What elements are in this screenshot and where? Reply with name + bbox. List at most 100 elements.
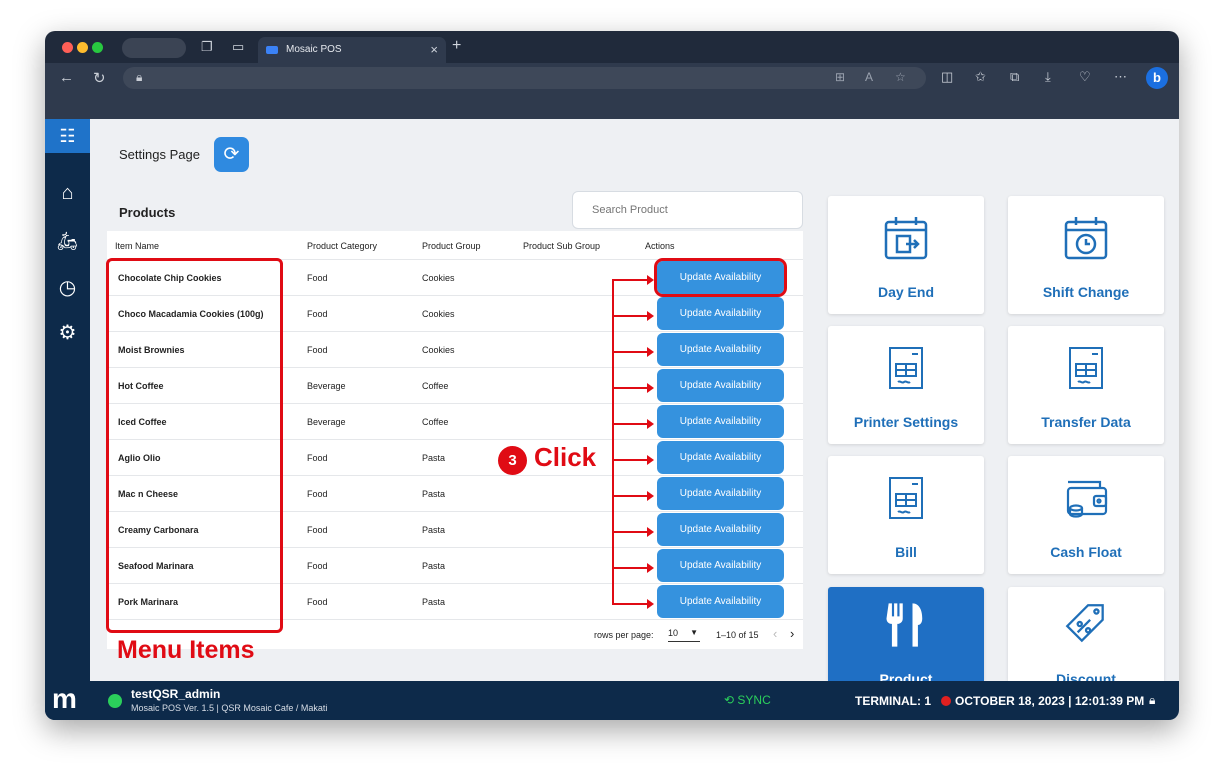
new-tab-icon[interactable]: +	[452, 37, 461, 55]
card-shift-change[interactable]: Shift Change	[1008, 196, 1164, 314]
terminal-label: TERMINAL: 1	[855, 694, 931, 708]
status-dot	[941, 696, 951, 706]
search-product-input[interactable]	[572, 191, 803, 229]
update-availability-button[interactable]: Update Availability	[657, 477, 784, 510]
update-availability-button[interactable]: Update Availability	[657, 441, 784, 474]
item-category: Food	[307, 525, 328, 535]
item-group: Cookies	[422, 345, 455, 355]
card-discount[interactable]: Discount	[1008, 587, 1164, 681]
card-product[interactable]: Product	[828, 587, 984, 681]
update-availability-button[interactable]: Update Availability	[654, 258, 787, 297]
item-group: Pasta	[422, 597, 446, 607]
update-availability-button[interactable]: Update Availability	[657, 369, 784, 402]
annotation-arrow	[612, 419, 654, 429]
tab-actions-icon[interactable]: ▭	[232, 40, 244, 54]
browser-window: ❐ ▭ Mosaic POS × + ← ↻ 🔒︎ ⊞ A ☆ ◫ ✩ ⧉ ⤓ …	[45, 31, 1179, 720]
update-availability-button[interactable]: Update Availability	[657, 549, 784, 582]
card-printer-settings[interactable]: Printer Settings	[828, 326, 984, 444]
pos-app: ☷ ⌂ 🛵︎ ◷ ⚙ Settings Page ⟳ Products Item…	[45, 119, 1179, 720]
refresh-button[interactable]: ⟳	[214, 137, 249, 172]
card-cash-float[interactable]: Cash Float	[1008, 456, 1164, 574]
card-label: Printer Settings	[853, 414, 959, 430]
update-availability-button[interactable]: Update Availability	[657, 297, 784, 330]
card-transfer-data[interactable]: Transfer Data	[1008, 326, 1164, 444]
tab-close-icon[interactable]: ×	[430, 42, 438, 57]
mosaic-logo: m	[52, 683, 77, 714]
status-bar: m testQSR_admin Mosaic POS Ver. 1.5 | QS…	[45, 681, 1179, 720]
close-window-icon[interactable]	[62, 42, 73, 53]
split-screen-icon[interactable]: ◫	[941, 69, 953, 85]
col-product-group: Product Group	[422, 241, 481, 251]
item-group: Pasta	[422, 525, 446, 535]
health-icon[interactable]: ♡	[1079, 69, 1091, 85]
page-title: Settings Page	[119, 147, 200, 162]
update-availability-button[interactable]: Update Availability	[657, 333, 784, 366]
collections-icon[interactable]: ⧉	[1010, 69, 1019, 85]
update-availability-button[interactable]: Update Availability	[657, 513, 784, 546]
datetime: OCTOBER 18, 2023 | 12:01:39 PM	[955, 694, 1145, 708]
reload-icon[interactable]: ↻	[93, 69, 106, 87]
prev-page-icon[interactable]: ‹	[773, 626, 777, 641]
col-product-sub-group: Product Sub Group	[523, 241, 601, 251]
annotation-arrow	[612, 347, 654, 357]
online-status-indicator	[108, 694, 122, 708]
receipt-icon	[828, 344, 984, 397]
item-group: Cookies	[422, 273, 455, 283]
menu-grid-icon[interactable]: ☷	[45, 119, 90, 153]
back-icon[interactable]: ←	[59, 69, 74, 86]
card-label: Transfer Data	[1041, 414, 1131, 430]
lock-icon: 🔒︎	[136, 70, 143, 84]
rows-per-page-select[interactable]: 10 ▼	[668, 628, 700, 642]
annotation-arrow	[612, 527, 654, 537]
caret-down-icon: ▼	[690, 628, 698, 637]
settings-gear-icon[interactable]: ⚙	[45, 320, 90, 345]
item-group: Pasta	[422, 561, 446, 571]
annotation-arrow	[612, 455, 654, 465]
bing-copilot-icon[interactable]: b	[1146, 67, 1168, 89]
lock-screen-icon[interactable]: 🔒︎	[1149, 693, 1155, 708]
annotation-arrow	[612, 311, 654, 321]
update-availability-button[interactable]: Update Availability	[657, 585, 784, 618]
item-category: Food	[307, 453, 328, 463]
grid-icon[interactable]: ⊞	[835, 70, 845, 84]
fork-knife-icon	[828, 599, 984, 656]
profile-pill[interactable]	[122, 38, 186, 58]
workspaces-icon[interactable]: ❐	[201, 40, 213, 54]
annotation-arrow	[612, 275, 654, 285]
maximize-window-icon[interactable]	[92, 42, 103, 53]
card-bill[interactable]: Bill	[828, 456, 984, 574]
downloads-icon[interactable]: ⤓	[1045, 69, 1051, 85]
discount-tag-icon	[1008, 599, 1164, 654]
read-aloud-icon[interactable]: A	[865, 70, 873, 84]
card-label: Shift Change	[1042, 284, 1130, 300]
products-title: Products	[119, 205, 176, 220]
item-group: Pasta	[422, 453, 446, 463]
address-bar[interactable]: 🔒︎ ⊞ A ☆	[123, 67, 926, 89]
item-category: Beverage	[307, 417, 346, 427]
clock-icon[interactable]: ◷	[45, 275, 90, 300]
favorite-star-icon[interactable]: ☆	[895, 70, 906, 84]
annotation-arrow	[612, 563, 654, 573]
browser-tab-mosaic[interactable]: Mosaic POS ×	[258, 37, 446, 63]
card-label: Discount	[1056, 671, 1116, 681]
more-menu-icon[interactable]: ⋯	[1114, 69, 1127, 85]
item-category: Food	[307, 561, 328, 571]
next-page-icon[interactable]: ›	[790, 626, 794, 641]
col-actions: Actions	[645, 241, 675, 251]
sidebar: ☷ ⌂ 🛵︎ ◷ ⚙	[45, 119, 90, 720]
home-icon[interactable]: ⌂	[45, 182, 90, 205]
tab-title: Mosaic POS	[286, 44, 342, 55]
click-annotation: Click	[534, 442, 597, 472]
annotation-arrow	[612, 491, 654, 501]
card-label: Bill	[895, 544, 917, 560]
annotation-arrow	[612, 383, 654, 393]
card-day-end[interactable]: Day End	[828, 196, 984, 314]
sync-button[interactable]: ⟲ SYNC	[724, 693, 771, 707]
delivery-icon[interactable]: 🛵︎	[45, 231, 90, 252]
rows-per-page-label: rows per page:	[594, 630, 654, 640]
minimize-window-icon[interactable]	[77, 42, 88, 53]
pagination-range: 1–10 of 15	[716, 630, 759, 640]
card-label: Day End	[877, 284, 934, 300]
favorites-icon[interactable]: ✩	[975, 69, 986, 85]
update-availability-button[interactable]: Update Availability	[657, 405, 784, 438]
